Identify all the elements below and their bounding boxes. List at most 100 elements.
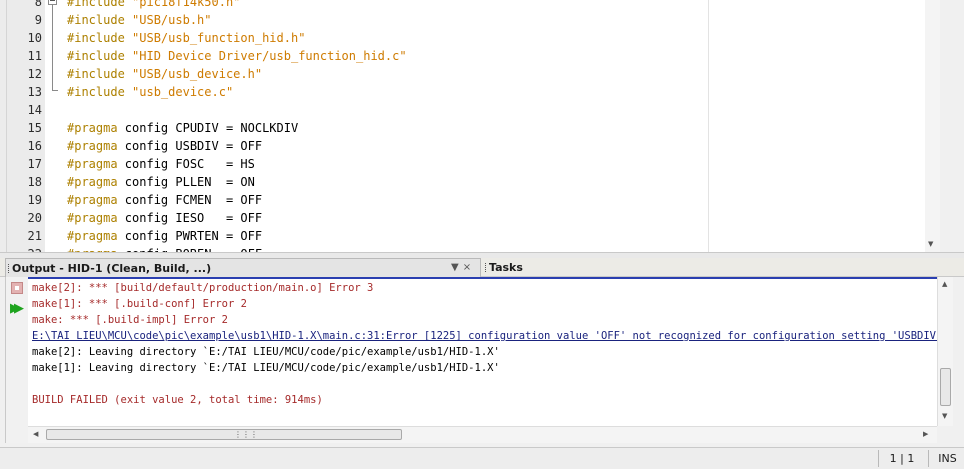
line-number: 10 bbox=[27, 31, 42, 45]
code-editor[interactable]: 8 #include "pic18f14k50.h" 9 #include "USB/… bbox=[0, 0, 964, 252]
code-string: "usb_device.c" bbox=[132, 85, 234, 99]
code-line[interactable]: 16 #pragma config USBDIV = OFF bbox=[7, 137, 907, 155]
line-number: 14 bbox=[27, 103, 42, 117]
error-source-link[interactable]: E:\TAI LIEU\MCU\code\pic\example\usb1\HI… bbox=[32, 328, 937, 344]
code-line[interactable]: 18 #pragma config PLLEN = ON bbox=[7, 173, 907, 191]
output-line: make[1]: *** [.build-conf] Error 2 bbox=[32, 298, 247, 310]
line-number: 15 bbox=[27, 121, 42, 135]
code-text: #include "USB/usb.h" bbox=[67, 11, 212, 29]
code-text: #pragma config FCMEN = OFF bbox=[67, 191, 262, 209]
code-keyword: #pragma bbox=[67, 211, 118, 225]
code-keyword: #pragma bbox=[67, 229, 118, 243]
code-text: #pragma config USBDIV = OFF bbox=[67, 137, 262, 155]
scroll-down-arrow-icon[interactable]: ▼ bbox=[942, 412, 947, 420]
vertical-scroll-thumb[interactable] bbox=[940, 368, 951, 406]
code-text: #include "HID Device Driver/usb_function… bbox=[67, 47, 407, 65]
code-line[interactable]: 14 bbox=[7, 101, 907, 119]
code-string: "USB/usb_function_hid.h" bbox=[132, 31, 306, 45]
code-text: #pragma config PLLEN = ON bbox=[67, 173, 255, 191]
code-string: "USB/usb.h" bbox=[132, 13, 212, 27]
code-token: config IESO = OFF bbox=[117, 211, 263, 225]
code-line[interactable]: 22 #pragma config BOREN = OFF bbox=[7, 245, 907, 252]
tab-options-icon[interactable]: ▼ bbox=[451, 258, 459, 277]
code-token: config USBDIV = OFF bbox=[117, 139, 263, 153]
code-keyword: #include bbox=[67, 67, 125, 81]
code-keyword: #include bbox=[67, 49, 125, 63]
tab-tasks[interactable]: Tasks bbox=[483, 258, 603, 277]
editor-left-margin bbox=[0, 0, 7, 252]
code-keyword: #pragma bbox=[67, 157, 118, 171]
editor-vertical-scrollbar[interactable]: ▼ bbox=[925, 0, 940, 252]
code-keyword: #pragma bbox=[67, 121, 118, 135]
horizontal-scroll-thumb[interactable]: ⋮⋮⋮ bbox=[46, 429, 402, 440]
tab-tasks-label: Tasks bbox=[489, 261, 523, 274]
code-string: "USB/usb_device.h" bbox=[132, 67, 263, 81]
line-number: 12 bbox=[27, 67, 42, 81]
output-toolbar: ▶▶ bbox=[5, 277, 28, 443]
code-text: #include "usb_device.c" bbox=[67, 83, 233, 101]
code-string: "HID Device Driver/usb_function_hid.c" bbox=[132, 49, 407, 63]
status-separator bbox=[928, 450, 929, 467]
code-text: #include "USB/usb_device.h" bbox=[67, 65, 262, 83]
insert-mode[interactable]: INS bbox=[931, 448, 964, 469]
scroll-grip-icon: ⋮⋮⋮ bbox=[234, 430, 258, 439]
tab-output-controls: ▼ × bbox=[451, 258, 475, 277]
scroll-corner bbox=[937, 426, 953, 443]
scroll-down-arrow-icon[interactable]: ▼ bbox=[928, 240, 933, 248]
output-line: make[2]: Leaving directory `E:/TAI LIEU/… bbox=[32, 346, 500, 358]
code-keyword: #pragma bbox=[67, 175, 118, 189]
rerun-icon[interactable]: ▶▶ bbox=[10, 302, 24, 316]
code-line[interactable]: 10 #include "USB/usb_function_hid.h" bbox=[7, 29, 907, 47]
output-line: make: *** [.build-impl] Error 2 bbox=[32, 314, 228, 326]
code-token: config PWRTEN = OFF bbox=[117, 229, 263, 243]
code-line[interactable]: 8 #include "pic18f14k50.h" bbox=[7, 0, 907, 11]
output-vertical-scrollbar[interactable]: ▲ ▼ bbox=[937, 277, 953, 426]
code-text: #pragma config IESO = OFF bbox=[67, 209, 262, 227]
code-line[interactable]: 11 #include "HID Device Driver/usb_functi… bbox=[7, 47, 907, 65]
editor-right-edge bbox=[940, 0, 964, 252]
code-line[interactable]: 15 #pragma config CPUDIV = NOCLKDIV bbox=[7, 119, 907, 137]
code-token: config CPUDIV = NOCLKDIV bbox=[117, 121, 299, 135]
line-number: 9 bbox=[34, 13, 42, 27]
line-number: 17 bbox=[27, 157, 42, 171]
line-number: 11 bbox=[27, 49, 42, 63]
code-line[interactable]: 17 #pragma config FOSC = HS bbox=[7, 155, 907, 173]
stop-icon[interactable] bbox=[11, 282, 23, 294]
code-line[interactable]: 12 #include "USB/usb_device.h" bbox=[7, 65, 907, 83]
tab-output-label: Output - HID-1 (Clean, Build, ...) bbox=[12, 262, 212, 275]
output-line: make[2]: *** [build/default/production/m… bbox=[32, 282, 374, 294]
output-horizontal-scrollbar[interactable]: ◀ ⋮⋮⋮ ▶ bbox=[28, 426, 937, 443]
code-token: config FOSC = HS bbox=[117, 157, 255, 171]
scroll-left-arrow-icon[interactable]: ◀ bbox=[33, 430, 38, 438]
code-line[interactable]: 19 #pragma config FCMEN = OFF bbox=[7, 191, 907, 209]
output-line: make[1]: Leaving directory `E:/TAI LIEU/… bbox=[32, 362, 500, 374]
code-token: config PLLEN = ON bbox=[117, 175, 255, 189]
output-right-edge bbox=[953, 277, 964, 443]
scroll-right-arrow-icon[interactable]: ▶ bbox=[923, 430, 928, 438]
tab-close-icon[interactable]: × bbox=[463, 258, 471, 277]
code-line[interactable]: 13 #include "usb_device.c" bbox=[7, 83, 907, 101]
scroll-up-arrow-icon[interactable]: ▲ bbox=[942, 280, 947, 288]
code-text: #include "USB/usb_function_hid.h" bbox=[67, 29, 305, 47]
code-line[interactable]: 9 #include "USB/usb.h" bbox=[7, 11, 907, 29]
code-keyword: #include bbox=[67, 85, 125, 99]
code-keyword: #pragma bbox=[67, 193, 118, 207]
code-text: #pragma config CPUDIV = NOCLKDIV bbox=[67, 119, 298, 137]
code-line[interactable]: 20 #pragma config IESO = OFF bbox=[7, 209, 907, 227]
line-number: 22 bbox=[7, 245, 42, 252]
status-bar: 1 | 1 INS bbox=[0, 447, 964, 469]
line-number: 13 bbox=[27, 85, 42, 99]
code-keyword: #pragma bbox=[67, 139, 118, 153]
line-number: 21 bbox=[27, 229, 42, 243]
code-keyword: #include bbox=[67, 31, 125, 45]
code-line[interactable]: 21 #pragma config PWRTEN = OFF bbox=[7, 227, 907, 245]
code-keyword: #include bbox=[67, 0, 125, 9]
output-console[interactable]: make[2]: *** [build/default/production/m… bbox=[28, 277, 937, 426]
tab-output[interactable]: Output - HID-1 (Clean, Build, ...) bbox=[5, 258, 481, 277]
